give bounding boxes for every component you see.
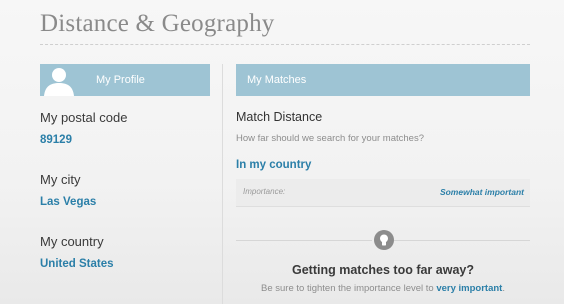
city-value[interactable]: Las Vegas: [40, 196, 96, 208]
country-field: My country United States: [40, 234, 114, 270]
importance-value[interactable]: Somewhat important: [440, 187, 524, 197]
city-field: My city Las Vegas: [40, 172, 96, 208]
matches-column: My Matches Match Distance How far should…: [236, 64, 530, 294]
importance-selector[interactable]: Importance: Somewhat important: [236, 179, 530, 207]
very-important-link[interactable]: very important: [436, 283, 502, 294]
tip-text-before: Be sure to tighten the importance level …: [261, 283, 434, 294]
page-title: Distance & Geography: [40, 10, 275, 37]
tip-text-after: .: [502, 283, 505, 294]
tip-divider-right: [394, 240, 530, 241]
tip-title: Getting matches too far away?: [292, 263, 474, 277]
match-distance-question: How far should we search for your matche…: [236, 133, 424, 144]
postal-code-field: My postal code 89129: [40, 110, 127, 146]
match-distance-value[interactable]: In my country: [236, 159, 311, 171]
match-distance-title: Match Distance: [236, 110, 323, 124]
profile-header-label: My Profile: [96, 74, 145, 86]
country-value[interactable]: United States: [40, 258, 114, 270]
country-label: My country: [40, 234, 104, 249]
person-silhouette-icon: [40, 64, 78, 96]
matches-header: My Matches: [236, 64, 530, 96]
profile-header: My Profile: [40, 64, 210, 96]
profile-column: My Profile My postal code 89129 My city …: [40, 64, 210, 270]
importance-label: Importance:: [243, 187, 286, 196]
lightbulb-icon: [374, 230, 394, 250]
tip-divider-left: [236, 240, 372, 241]
tip-text: Be sure to tighten the importance level …: [236, 283, 530, 294]
matches-header-label: My Matches: [247, 74, 307, 86]
postal-code-label: My postal code: [40, 110, 128, 125]
title-divider: [40, 44, 530, 45]
city-label: My city: [40, 172, 81, 187]
column-divider: [222, 64, 223, 304]
postal-code-value[interactable]: 89129: [40, 134, 127, 146]
distance-geography-page: Distance & Geography My Profile My posta…: [0, 0, 564, 304]
